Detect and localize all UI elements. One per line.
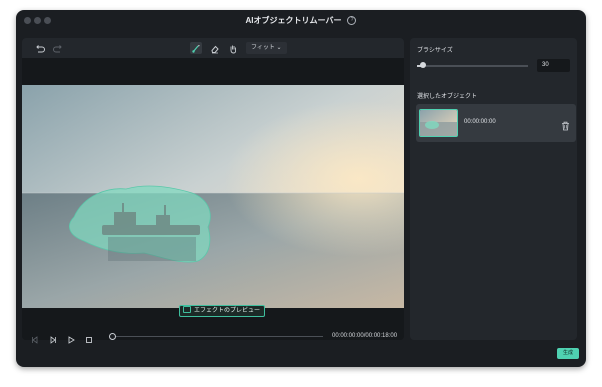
app-window: AIオブジェクトリムーバー? フィット ⌄ エフェクトのプレビュー 00:00:… <box>16 10 586 367</box>
hand-icon[interactable] <box>227 42 239 54</box>
video-preview[interactable] <box>22 85 404 308</box>
selected-object-item[interactable]: 00:00:00:00 <box>416 104 576 142</box>
playback-bar: 00:00:00:00/00:00:18:00 <box>22 329 404 345</box>
brush-icon[interactable] <box>190 42 202 54</box>
play-icon[interactable] <box>66 332 76 344</box>
eraser-icon[interactable] <box>209 42 221 54</box>
trash-icon[interactable] <box>561 118 570 131</box>
brush-size-handle[interactable] <box>419 62 426 68</box>
timeline-handle[interactable] <box>109 333 116 340</box>
timeline-track[interactable] <box>114 336 323 337</box>
undo-icon[interactable] <box>34 42 46 54</box>
help-icon[interactable]: ? <box>347 16 357 26</box>
window-title: AIオブジェクトリムーバー <box>245 16 342 25</box>
title-bar: AIオブジェクトリムーバー? <box>16 10 586 32</box>
editor-panel: フィット ⌄ エフェクトのプレビュー 00:00:00:00/00:00:18:… <box>22 38 404 344</box>
stop-icon[interactable] <box>84 332 94 343</box>
brush-size-slider[interactable] <box>417 65 528 67</box>
generate-button[interactable]: 生成 <box>557 348 579 359</box>
video-frame <box>22 85 404 308</box>
object-time: 00:00:00:00 <box>464 119 496 125</box>
selected-objects-label: 選択したオブジェクト <box>417 94 478 100</box>
effect-preview-button[interactable]: エフェクトのプレビュー <box>179 305 266 317</box>
preview-icon <box>183 306 191 313</box>
settings-panel: ブラシサイズ 30 選択したオブジェクト 00:00:00:00 <box>410 38 577 340</box>
fit-dropdown[interactable]: フィット ⌄ <box>246 42 287 54</box>
brush-size-input[interactable]: 30 <box>537 59 570 72</box>
window-title-row: AIオブジェクトリムーバー? <box>16 15 586 26</box>
step-forward-icon[interactable] <box>48 332 58 344</box>
step-back-icon[interactable] <box>30 332 40 344</box>
redo-icon[interactable] <box>52 42 64 54</box>
timecode: 00:00:00:00/00:00:18:00 <box>332 333 398 339</box>
brush-size-label: ブラシサイズ <box>417 48 453 54</box>
object-thumbnail <box>419 109 458 137</box>
editor-toolbar: フィット ⌄ <box>22 38 404 58</box>
effect-preview-label: エフェクトのプレビュー <box>194 308 261 314</box>
